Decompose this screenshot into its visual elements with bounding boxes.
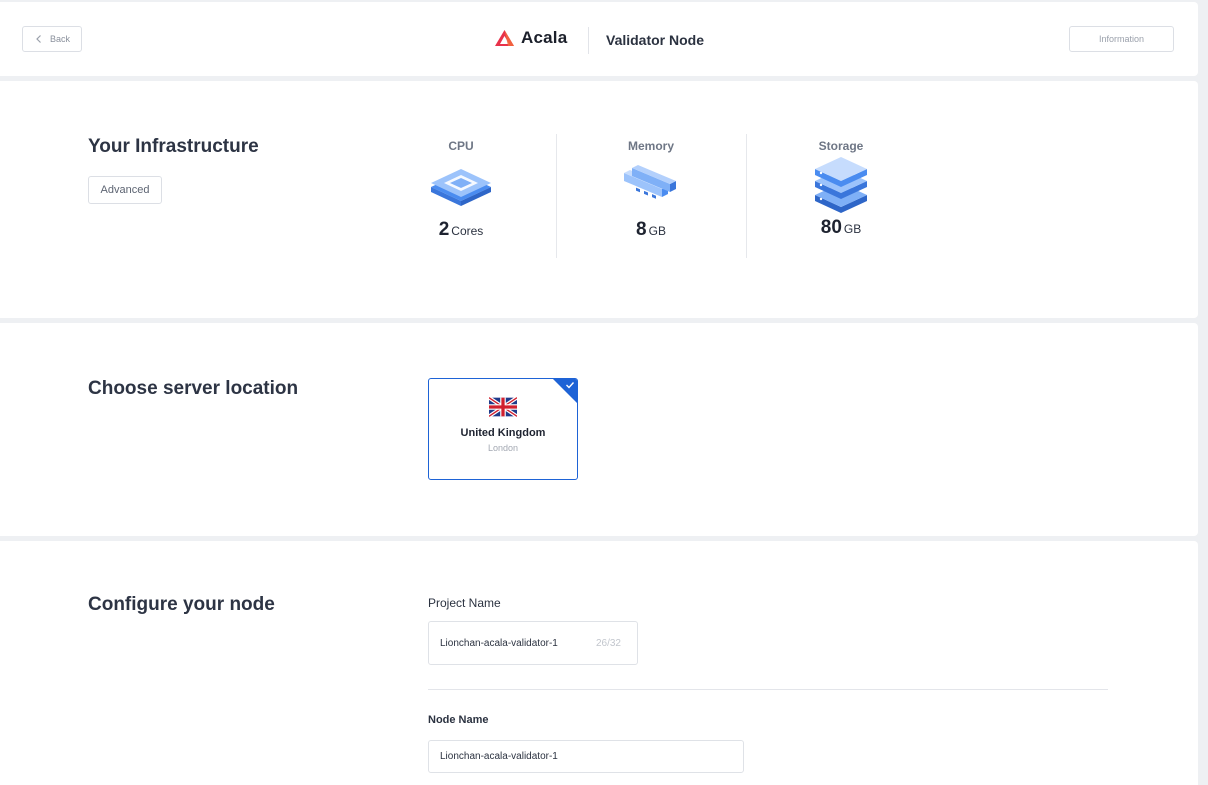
spec-value-unit: Cores	[451, 224, 484, 238]
spec-label: CPU	[448, 139, 474, 153]
spec-value-number: 80	[820, 217, 842, 238]
page-title: Validator Node	[606, 32, 705, 48]
project-name-label: Project Name	[428, 596, 501, 610]
spec-label: Memory	[627, 139, 674, 153]
spec-value: 2 Cores	[366, 219, 556, 241]
spec-cpu: CPU 2 Cores	[366, 133, 556, 259]
spec-value-number: 8	[636, 219, 647, 240]
cpu-icon	[431, 169, 491, 206]
spec-value-unit: GB	[648, 224, 666, 238]
advanced-button-label: Advanced	[100, 184, 150, 196]
location-city: London	[487, 443, 519, 453]
spec-storage: Storage 80 GB	[746, 133, 936, 259]
back-button-label: Back	[49, 34, 70, 44]
chevron-left-icon	[36, 35, 41, 43]
project-name-counter: 26/32	[595, 637, 621, 649]
node-name-value: Lionchan-acala-validator-1	[440, 751, 558, 762]
spec-memory: Memory 8 GB	[556, 133, 746, 259]
header-divider	[588, 27, 589, 54]
uk-flag-icon	[489, 397, 517, 417]
spec-value: 8 GB	[556, 219, 746, 241]
storage-icon	[815, 157, 867, 213]
advanced-button[interactable]: Advanced	[88, 176, 162, 204]
infrastructure-section: Your Infrastructure Advanced CPU 2 Cores …	[0, 81, 1198, 318]
spec-value-unit: GB	[843, 222, 862, 236]
location-country: United Kingdom	[460, 427, 546, 439]
back-button[interactable]: Back	[22, 26, 82, 52]
memory-icon	[624, 165, 676, 199]
brand-name: Acala	[521, 28, 568, 47]
spec-value-number: 2	[438, 219, 450, 240]
acala-logo-icon	[495, 30, 514, 46]
location-option-uk[interactable]: United Kingdom London	[428, 378, 578, 480]
node-name-input[interactable]: Lionchan-acala-validator-1	[428, 740, 744, 773]
node-name-label: Node Name	[428, 714, 489, 726]
location-title: Choose server location	[88, 378, 299, 399]
config-divider	[428, 689, 1108, 690]
configure-section: Configure your node Project Name Lioncha…	[0, 541, 1198, 785]
information-button[interactable]: Information	[1069, 26, 1174, 52]
brand-logo: Acala	[494, 28, 567, 48]
project-name-value: Lionchan-acala-validator-1	[440, 637, 558, 649]
project-name-input[interactable]: Lionchan-acala-validator-1 26/32	[428, 621, 638, 665]
configure-title: Configure your node	[88, 594, 275, 615]
location-section: Choose server location United Kingdom Lo…	[0, 323, 1198, 536]
header-bar: Back Acala Validator Node Information	[0, 2, 1198, 76]
spec-value: 80 GB	[746, 217, 936, 239]
checkmark-icon	[566, 382, 575, 389]
infrastructure-title: Your Infrastructure	[88, 136, 259, 157]
information-button-label: Information	[1098, 34, 1145, 44]
spec-label: Storage	[818, 139, 864, 153]
